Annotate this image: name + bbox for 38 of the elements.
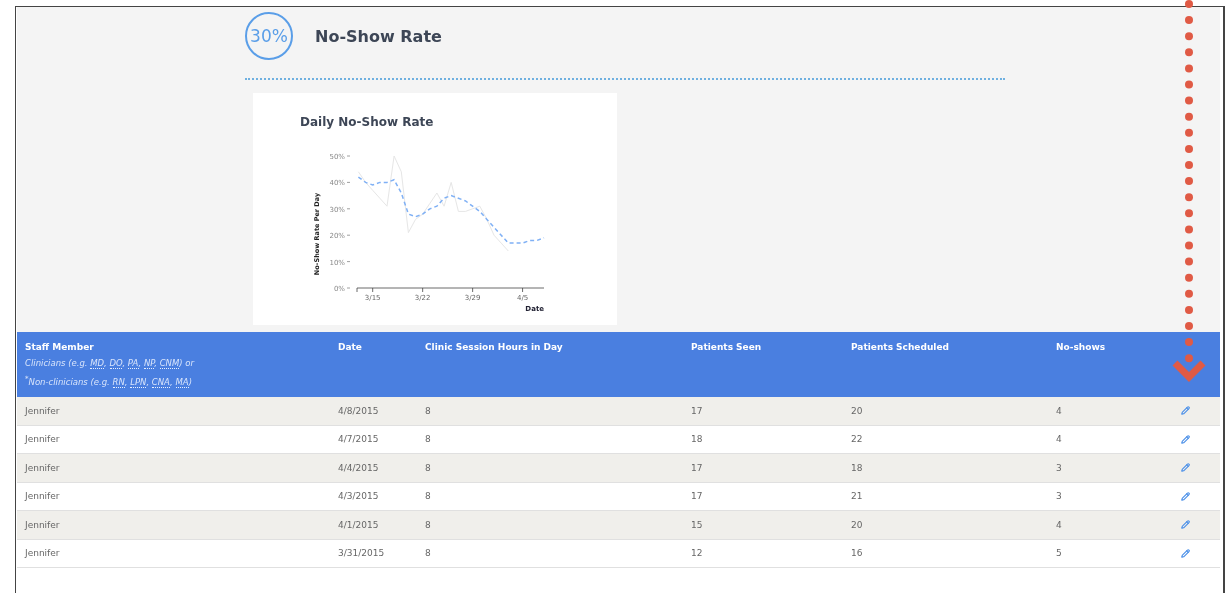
table-cell: 4: [1048, 511, 1173, 540]
column-note: $^{*}$Non-clinicians (e.g. RN, LPN, CNA, MA): [25, 373, 193, 390]
edit-icon[interactable]: [1181, 520, 1190, 530]
table-cell: 18: [843, 454, 1048, 483]
column-title: Date: [338, 342, 363, 352]
edit-icon[interactable]: [1181, 463, 1190, 473]
table-cell: 20: [843, 397, 1048, 426]
table-cell: 4/8/2015: [330, 397, 417, 426]
column-title: Patients Seen: [691, 342, 763, 352]
table-cell: 4/4/2015: [330, 454, 417, 483]
abbreviation-link[interactable]: CNM: [159, 358, 180, 369]
table-cell: 8: [417, 397, 683, 426]
column-title: Staff Member: [25, 342, 95, 352]
percent-badge: 30%: [245, 12, 293, 60]
chart-title: Daily No-Show Rate: [300, 115, 434, 129]
column-title: Patients Scheduled: [851, 342, 950, 352]
table-cell: 3: [1048, 454, 1173, 483]
abbreviation-link[interactable]: MA: [175, 376, 189, 388]
table-cell: 8: [417, 511, 683, 540]
table-cell: Jennifer: [17, 397, 330, 426]
table-cell: 4: [1048, 397, 1173, 426]
edit-icon[interactable]: [1181, 406, 1190, 416]
table-cell: Jennifer: [17, 511, 330, 540]
edit-icon[interactable]: [1181, 434, 1190, 444]
table-cell: 20: [843, 511, 1048, 540]
column-note: Clinicians (e.g. MD, DO, PA, NP, CNM) or: [25, 357, 196, 371]
section-title: No-Show Rate: [315, 26, 442, 46]
table-cell: 8: [417, 454, 683, 483]
column-title: No-shows: [1056, 342, 1107, 352]
column-title: Clinic Session Hours in Day: [425, 342, 564, 352]
table-cell: 4/1/2015: [330, 511, 417, 540]
table-cell: 17: [683, 397, 843, 426]
table-cell: 15: [683, 511, 843, 540]
table-cell: 17: [683, 454, 843, 483]
abbreviation-link[interactable]: RN: [112, 376, 125, 388]
table-cell: Jennifer: [17, 454, 330, 483]
edit-icon[interactable]: [1181, 548, 1190, 558]
edit-icon[interactable]: [1181, 491, 1190, 501]
